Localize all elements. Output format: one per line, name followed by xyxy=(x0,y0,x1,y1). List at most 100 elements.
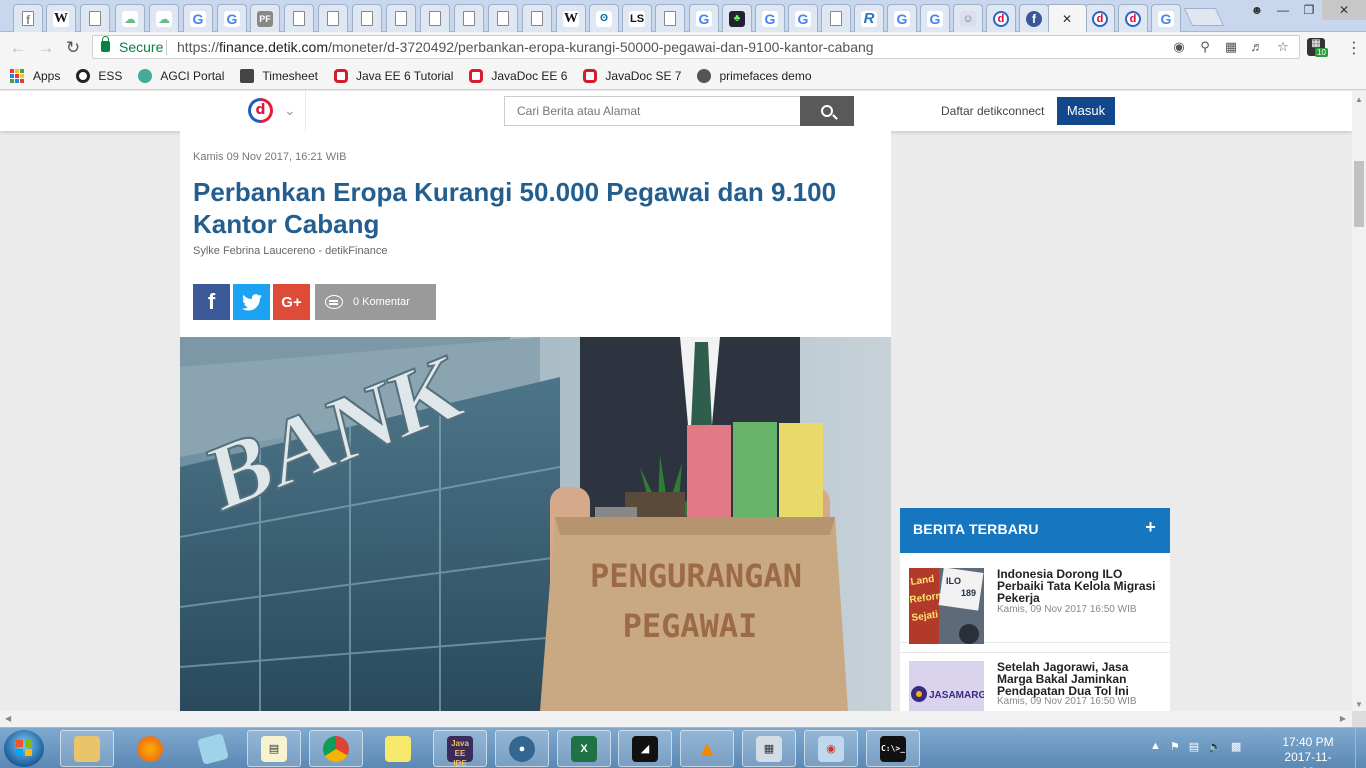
browser-tab[interactable]: f xyxy=(1019,4,1049,32)
chevron-down-icon[interactable]: ⌄ xyxy=(284,102,296,119)
browser-tab[interactable]: G xyxy=(183,4,213,32)
url-text[interactable]: https://finance.detik.com/moneter/d-3720… xyxy=(177,36,874,58)
news-title[interactable]: Setelah Jagorawi, Jasa Marga Bakal Jamin… xyxy=(997,661,1167,697)
bookmark-primefaces-demo[interactable]: primefaces demo xyxy=(697,69,812,83)
taskbar-paint[interactable]: ◉ xyxy=(804,730,858,767)
share-facebook-button[interactable]: f xyxy=(193,284,230,320)
taskbar-terminal-app[interactable]: ◢ xyxy=(618,730,672,767)
taskbar-firefox[interactable] xyxy=(123,730,177,767)
vertical-scrollbar[interactable]: ▲ ▼ xyxy=(1352,91,1366,711)
browser-tab[interactable]: R xyxy=(854,4,884,32)
bookmark-javadoc-se7[interactable]: JavaDoc SE 7 xyxy=(583,69,681,83)
taskbar-explorer[interactable] xyxy=(60,730,114,767)
taskbar-chart-app[interactable]: ▤ xyxy=(247,730,301,767)
browser-tab[interactable]: W xyxy=(556,4,586,32)
search-button[interactable] xyxy=(800,96,854,126)
browser-tab[interactable]: ☺ xyxy=(953,4,983,32)
browser-tab[interactable]: G xyxy=(217,4,247,32)
browser-tab[interactable]: f xyxy=(13,4,43,32)
browser-tab[interactable] xyxy=(386,4,416,32)
profile-icon[interactable]: ☻ xyxy=(1244,0,1270,20)
share-twitter-button[interactable] xyxy=(233,284,270,320)
browser-tab[interactable]: G xyxy=(920,4,950,32)
news-item[interactable]: JASAMARGA Setelah Jagorawi, Jasa Marga B… xyxy=(900,652,1170,711)
comments-button[interactable]: 0 Komentar xyxy=(315,284,436,320)
chrome-menu-icon[interactable]: ⋮ xyxy=(1346,38,1362,58)
address-bar[interactable]: Secure https://finance.detik.com/moneter… xyxy=(92,35,1300,59)
browser-tab[interactable]: LS xyxy=(622,4,652,32)
close-window-button[interactable]: ✕ xyxy=(1322,0,1366,20)
taskbar-cmd[interactable]: C:\>_ xyxy=(866,730,920,767)
browser-tab[interactable]: ☁ xyxy=(149,4,179,32)
action-center-icon[interactable]: ⚑ xyxy=(1170,740,1180,753)
browser-tab[interactable] xyxy=(488,4,518,32)
horizontal-scrollbar[interactable]: ◀ ▶ xyxy=(0,711,1352,727)
scroll-up-icon[interactable]: ▲ xyxy=(1355,95,1363,104)
cookie-blocked-icon[interactable]: ◉ xyxy=(1171,36,1187,58)
share-google-plus-button[interactable]: G+ xyxy=(273,284,310,320)
taskbar-calculator[interactable]: ▦ xyxy=(742,730,796,767)
taskbar-excel[interactable]: X xyxy=(557,730,611,767)
browser-tab[interactable] xyxy=(655,4,685,32)
browser-tab[interactable] xyxy=(454,4,484,32)
browser-tab[interactable]: ♣ xyxy=(722,4,752,32)
bookmark-javadoc-ee6[interactable]: JavaDoc EE 6 xyxy=(469,69,567,83)
bookmark-ess[interactable]: ESS xyxy=(76,69,122,83)
browser-tab[interactable]: G xyxy=(1151,4,1181,32)
taskbar-clock[interactable]: 17:40 PM 2017-11-09 xyxy=(1278,735,1338,768)
expand-plus-icon[interactable]: + xyxy=(1145,517,1156,538)
reload-icon[interactable]: ↻ xyxy=(63,38,83,58)
browser-tab[interactable] xyxy=(284,4,314,32)
show-hidden-icons-icon[interactable]: ▲ xyxy=(1150,740,1161,753)
maximize-button[interactable]: ❐ xyxy=(1296,0,1322,20)
bookmark-java-ee-tutorial[interactable]: Java EE 6 Tutorial xyxy=(333,69,453,83)
taskbar-chrome[interactable] xyxy=(309,730,363,767)
browser-tab[interactable]: ☁ xyxy=(115,4,145,32)
extension-icon[interactable]: ▦ 10 xyxy=(1307,38,1328,57)
new-tab-button[interactable] xyxy=(1183,8,1225,26)
login-button[interactable]: Masuk xyxy=(1057,97,1115,125)
zoom-icon[interactable]: ⚲ xyxy=(1197,36,1213,58)
browser-tab[interactable]: G xyxy=(689,4,719,32)
browser-tab[interactable] xyxy=(821,4,851,32)
browser-tab[interactable]: d xyxy=(986,4,1016,32)
news-item[interactable]: Land Reform Sejati ILO 189 Indonesia Dor… xyxy=(900,553,1170,644)
translate-icon[interactable]: ▦ xyxy=(1223,36,1239,58)
browser-tab[interactable]: ʘ xyxy=(589,4,619,32)
browser-tab[interactable] xyxy=(522,4,552,32)
browser-tab[interactable] xyxy=(318,4,348,32)
taskbar-postgres[interactable]: ● xyxy=(495,730,549,767)
bookmark-star-icon[interactable]: ☆ xyxy=(1275,36,1291,58)
back-arrow-icon[interactable]: ← xyxy=(8,38,28,58)
news-title[interactable]: Indonesia Dorong ILO Perbaiki Tata Kelol… xyxy=(997,568,1167,604)
vertical-scroll-thumb[interactable] xyxy=(1354,161,1364,227)
minimize-button[interactable]: — xyxy=(1270,0,1296,20)
browser-tab[interactable] xyxy=(352,4,382,32)
forward-arrow-icon[interactable]: → xyxy=(36,38,56,58)
taskbar-notepad[interactable] xyxy=(186,730,240,767)
scroll-right-icon[interactable]: ▶ xyxy=(1340,714,1346,723)
bookmark-agci-portal[interactable]: AGCI Portal xyxy=(138,69,224,83)
browser-tab[interactable]: d xyxy=(1118,4,1148,32)
taskbar-java-ee-ide[interactable]: Java EE IDE xyxy=(433,730,487,768)
browser-tab[interactable]: PF xyxy=(250,4,280,32)
show-desktop-button[interactable] xyxy=(1355,728,1366,768)
battery-icon[interactable]: ▩ xyxy=(1231,740,1241,753)
network-icon[interactable]: ▤ xyxy=(1189,740,1199,753)
browser-tab[interactable]: G xyxy=(887,4,917,32)
sound-icon[interactable]: ♬ xyxy=(1249,36,1265,58)
browser-tab[interactable]: ✕ xyxy=(1047,4,1087,32)
close-icon[interactable]: ✕ xyxy=(1062,12,1072,26)
browser-tab[interactable]: W xyxy=(46,4,76,32)
taskbar-vlc[interactable]: ▲ xyxy=(680,730,734,767)
browser-tab[interactable]: d xyxy=(1085,4,1115,32)
browser-tab[interactable] xyxy=(420,4,450,32)
browser-tab[interactable]: G xyxy=(788,4,818,32)
detik-logo[interactable]: d xyxy=(248,98,273,123)
browser-tab[interactable]: G xyxy=(755,4,785,32)
register-link[interactable]: Daftar detikconnect xyxy=(941,104,1044,118)
start-button[interactable] xyxy=(4,730,44,767)
scroll-left-icon[interactable]: ◀ xyxy=(5,714,11,723)
scroll-down-icon[interactable]: ▼ xyxy=(1355,700,1363,709)
bookmark-apps[interactable]: Apps xyxy=(10,69,60,83)
